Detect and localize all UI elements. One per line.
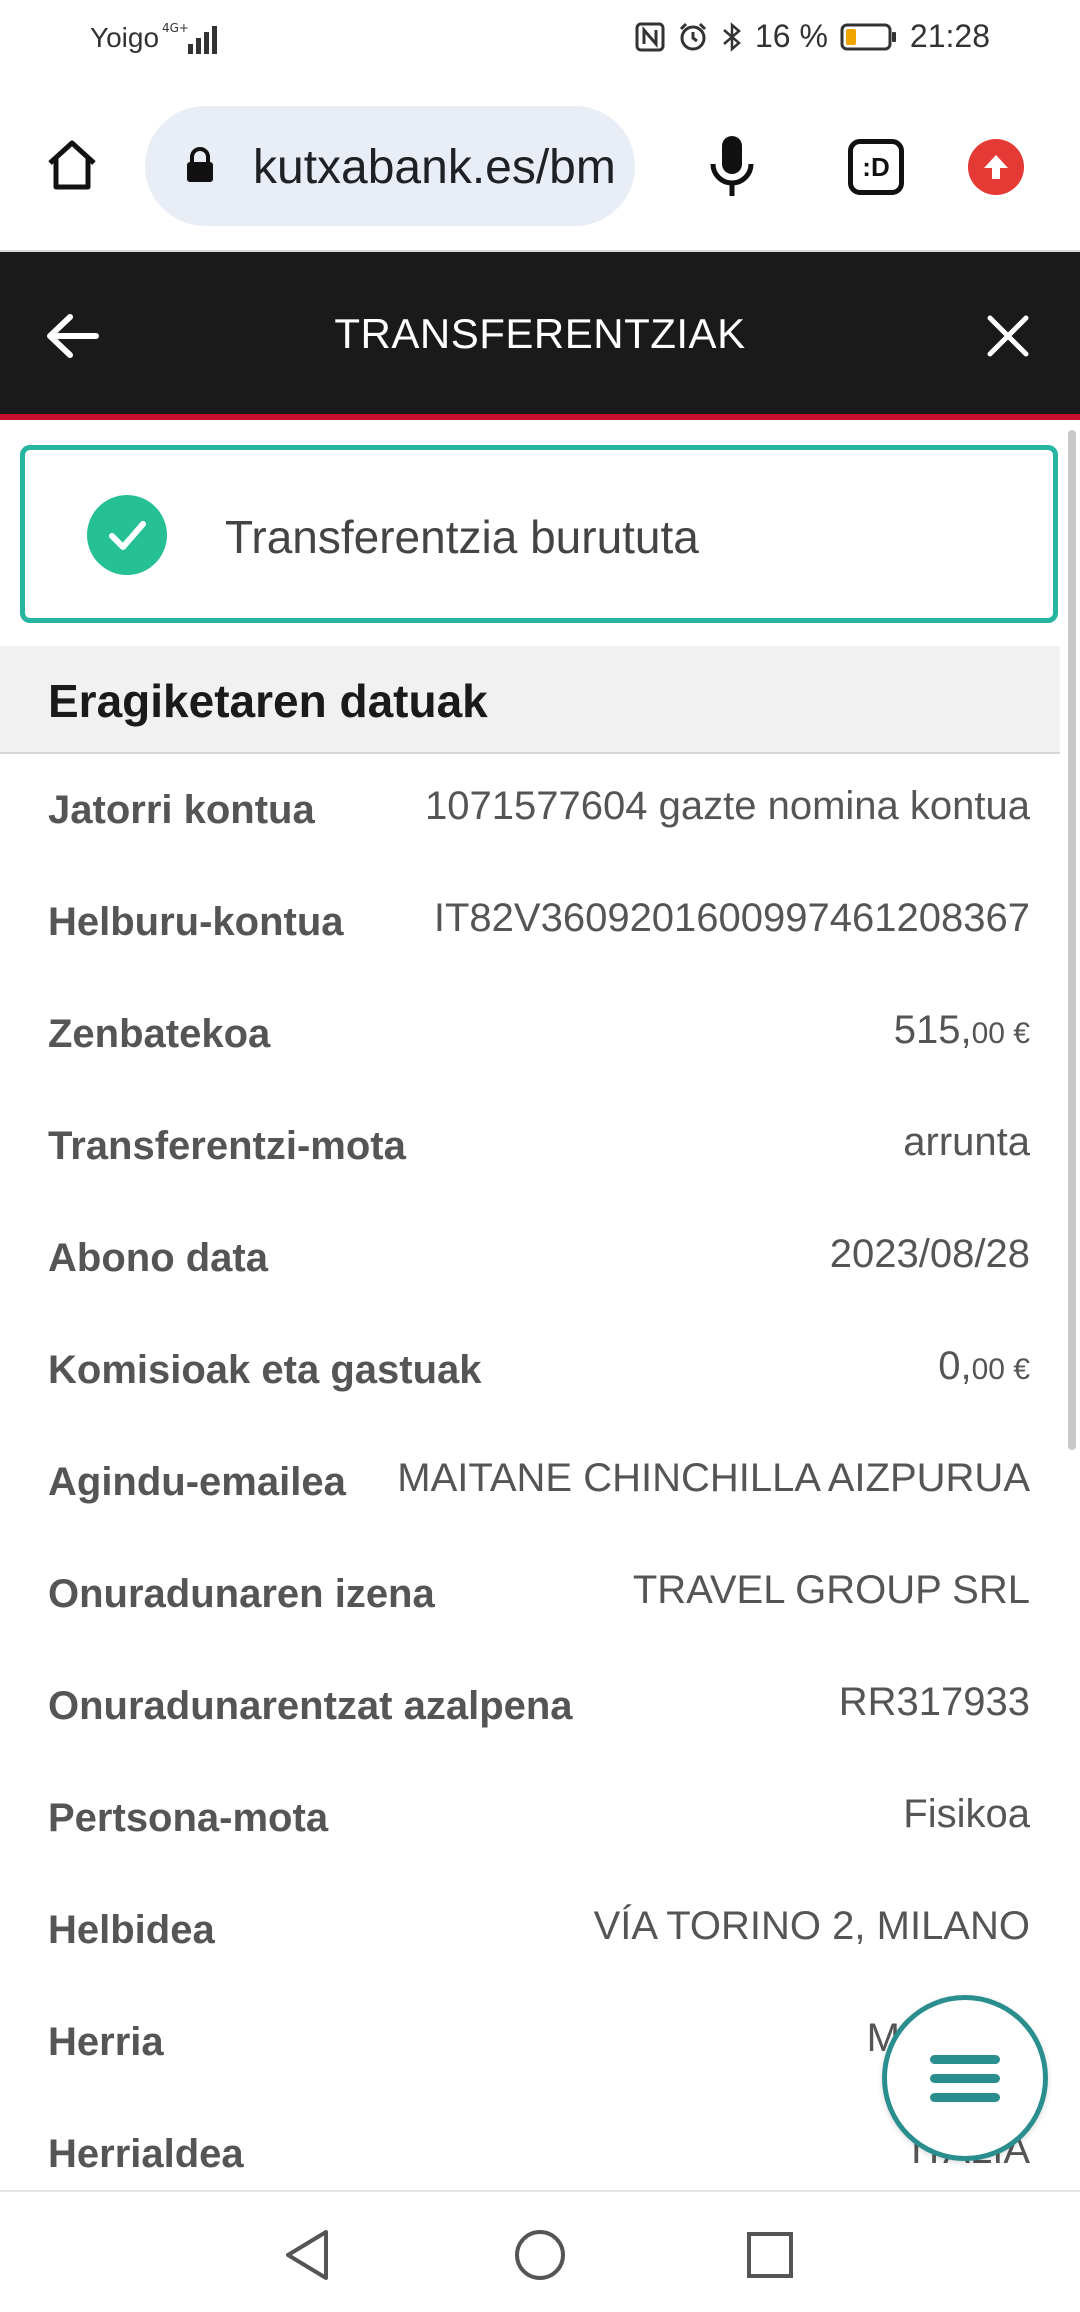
voice-search-button[interactable]: [700, 129, 764, 205]
scrollbar[interactable]: [1068, 430, 1076, 1450]
detail-row-origin-account: Jatorri kontua 1071577604 gazte nomina k…: [0, 754, 1060, 866]
detail-row-fees: Komisioak eta gastuak 0,00 €: [0, 1314, 1060, 1426]
detail-label: Helbidea: [48, 1908, 215, 1952]
menu-fab-button[interactable]: [882, 1995, 1048, 2161]
detail-label: Jatorri kontua: [48, 788, 315, 832]
detail-label: Transferentzi-mota: [48, 1124, 406, 1168]
detail-value: Fisikoa: [903, 1792, 1030, 1836]
success-banner: Transferentzia burututa: [20, 445, 1058, 623]
system-nav-bar: [0, 2190, 1080, 2312]
nav-recents-icon: [747, 2232, 793, 2278]
menu-icon: [930, 2045, 1000, 2112]
detail-value: 1071577604 gazte nomina kontua: [425, 784, 1030, 828]
update-icon: [984, 155, 1008, 179]
check-icon: [87, 495, 167, 575]
detail-label: Herria: [48, 2020, 164, 2064]
clock: 21:28: [909, 18, 990, 54]
detail-value: IT82V3609201600997461208367: [433, 896, 1030, 940]
fees-integer: 0,: [938, 1344, 972, 1388]
detail-value: arrunta: [903, 1120, 1030, 1164]
alarm-icon: [677, 21, 709, 53]
detail-row-amount: Zenbatekoa 515,00 €: [0, 978, 1060, 1090]
detail-row-destination-account: Helburu-kontua IT82V36092016009974612083…: [0, 866, 1060, 978]
page-title: TRANSFERENTZIAK: [334, 310, 746, 357]
detail-value: 515,00 €: [894, 1008, 1030, 1053]
nfc-icon: [635, 22, 665, 52]
nav-back-button[interactable]: [272, 2220, 342, 2290]
status-bar: Yoigo 4G+ 16 % 21:28: [0, 0, 1080, 82]
detail-label: Onuradunarentzat azalpena: [48, 1684, 573, 1728]
browser-home-button[interactable]: [36, 129, 108, 201]
detail-value: RR317933: [838, 1680, 1030, 1724]
success-message: Transferentzia burututa: [225, 511, 699, 563]
detail-row-beneficiary-description: Onuradunarentzat azalpena RR317933: [0, 1650, 1060, 1762]
detail-row-person-type: Pertsona-mota Fisikoa: [0, 1762, 1060, 1874]
carrier-name: Yoigo: [90, 22, 160, 53]
amount-integer: 515,: [893, 1008, 972, 1052]
extension-icon: :D: [862, 151, 890, 182]
extension-button[interactable]: :D: [848, 139, 904, 195]
browser-toolbar: kutxabank.es/bm :D: [0, 82, 1080, 252]
url-text: kutxabank.es/bm: [253, 141, 613, 194]
amount-decimal: 00 €: [971, 1017, 1030, 1050]
detail-label: Onuradunaren izena: [48, 1572, 435, 1616]
detail-label: Helburu-kontua: [48, 900, 344, 944]
detail-label: Pertsona-mota: [48, 1796, 329, 1840]
app-header: TRANSFERENTZIAK: [0, 252, 1080, 420]
detail-label: Agindu-emailea: [48, 1460, 346, 1504]
svg-text:4G+: 4G+: [162, 21, 189, 35]
detail-value: 0,00 €: [938, 1344, 1030, 1389]
fees-decimal: 00 €: [971, 1353, 1030, 1386]
close-button[interactable]: [972, 300, 1044, 372]
nav-recents-button[interactable]: [735, 2220, 805, 2290]
battery-icon: [840, 22, 898, 52]
bluetooth-icon: [721, 21, 743, 53]
operation-details: Jatorri kontua 1071577604 gazte nomina k…: [0, 754, 1060, 2210]
nav-back-icon: [286, 2230, 328, 2280]
detail-value: 2023/08/28: [829, 1232, 1030, 1276]
detail-value: VÍA TORINO 2, MILANO: [593, 1904, 1030, 1948]
update-button[interactable]: [968, 139, 1024, 195]
close-icon: [987, 315, 1029, 357]
nav-home-button[interactable]: [505, 2220, 575, 2290]
nav-home-icon: [515, 2230, 565, 2280]
detail-row-beneficiary-name: Onuradunaren izena TRAVEL GROUP SRL: [0, 1538, 1060, 1650]
signal-icon: 4G+: [162, 20, 222, 61]
home-icon: [48, 140, 96, 190]
detail-label: Komisioak eta gastuak: [48, 1348, 482, 1392]
detail-value: MAITANE CHINCHILLA AIZPURUA: [397, 1456, 1030, 1500]
detail-value: TRAVEL GROUP SRL: [632, 1568, 1030, 1612]
mic-icon: [710, 136, 754, 196]
detail-row-address: Helbidea VÍA TORINO 2, MILANO: [0, 1874, 1060, 1986]
detail-row-credit-date: Abono data 2023/08/28: [0, 1202, 1060, 1314]
detail-label: Herrialdea: [48, 2132, 244, 2176]
battery-percent: 16 %: [754, 18, 828, 54]
detail-label: Zenbatekoa: [48, 1012, 271, 1056]
detail-row-ordering-party: Agindu-emailea MAITANE CHINCHILLA AIZPUR…: [0, 1426, 1060, 1538]
detail-row-transfer-type: Transferentzi-mota arrunta: [0, 1090, 1060, 1202]
address-bar[interactable]: kutxabank.es/bm: [145, 106, 635, 226]
lock-icon: [185, 146, 215, 189]
detail-label: Abono data: [48, 1236, 268, 1280]
section-title: Eragiketaren datuak: [48, 675, 488, 727]
section-header: Eragiketaren datuak: [0, 646, 1060, 754]
